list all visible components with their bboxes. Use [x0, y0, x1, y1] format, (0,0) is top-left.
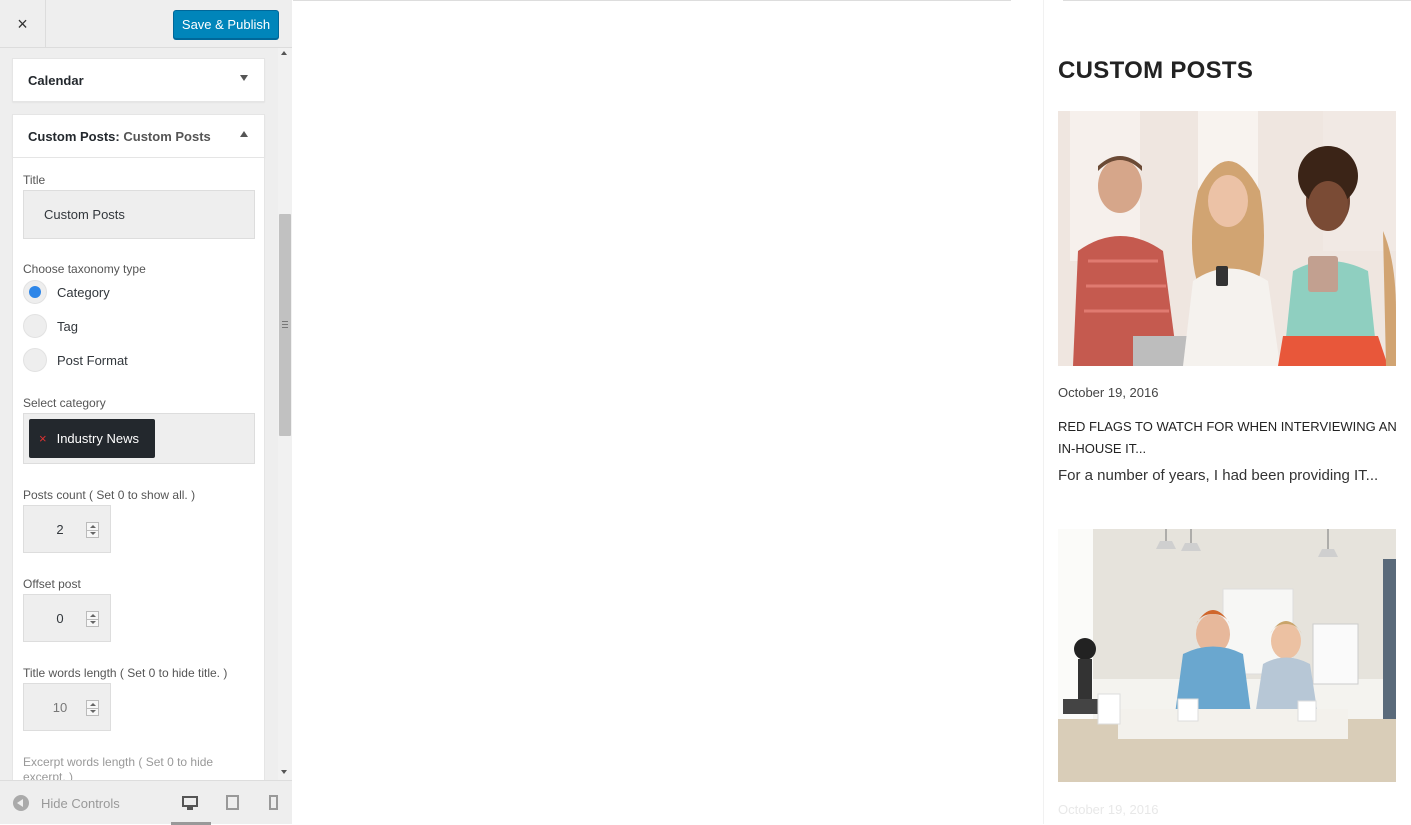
- radio-category[interactable]: Category: [23, 279, 110, 305]
- widgets-panel: Calendar Custom Posts: Custom Posts Titl…: [0, 48, 278, 780]
- divider: [1063, 0, 1411, 1]
- widget-heading: CUSTOM POSTS: [1058, 57, 1254, 84]
- taxonomy-label: Choose taxonomy type: [23, 262, 146, 276]
- customizer-header: × Save & Publish: [0, 0, 292, 48]
- widget-instance-title: Custom Posts: [123, 129, 211, 144]
- hide-controls-label: Hide Controls: [41, 795, 120, 811]
- radio-post-format[interactable]: Post Format: [23, 347, 128, 373]
- spinner-icon[interactable]: [86, 700, 99, 716]
- post-thumbnail-image: [1058, 529, 1396, 782]
- excerpt-words-label: Excerpt words length ( Set 0 to hide exc…: [23, 755, 214, 780]
- sidebar-scrollbar[interactable]: [278, 48, 292, 780]
- post-thumbnail[interactable]: [1058, 111, 1396, 366]
- grip-icon: [282, 321, 288, 328]
- widget-type: Custom Posts:: [28, 129, 120, 144]
- offset-input[interactable]: 0: [23, 594, 111, 642]
- divider: [293, 0, 1011, 1]
- desktop-preview-icon[interactable]: [180, 793, 200, 813]
- scroll-up-icon[interactable]: [281, 51, 287, 55]
- remove-icon[interactable]: ×: [39, 431, 47, 446]
- tablet-preview-icon[interactable]: [222, 793, 242, 813]
- offset-label: Offset post: [23, 577, 81, 591]
- widget-custom-posts-form: Title Custom Posts Choose taxonomy type …: [12, 158, 265, 780]
- title-words-input[interactable]: 10: [23, 683, 111, 731]
- expand-arrow-icon[interactable]: [240, 75, 248, 81]
- radio-button[interactable]: [23, 280, 47, 304]
- customizer-footer: Hide Controls: [0, 780, 292, 825]
- post-date: October 19, 2016: [1058, 385, 1159, 400]
- radio-tag[interactable]: Tag: [23, 313, 78, 339]
- radio-button[interactable]: [23, 348, 47, 372]
- close-icon[interactable]: ×: [0, 0, 46, 48]
- post-thumbnail[interactable]: [1058, 529, 1396, 782]
- save-publish-button[interactable]: Save & Publish: [173, 10, 279, 39]
- title-label: Title: [23, 173, 46, 187]
- collapse-icon: [13, 795, 29, 811]
- post-title[interactable]: RED FLAGS TO WATCH FOR WHEN INTERVIEWING…: [1058, 416, 1398, 460]
- widget-calendar[interactable]: Calendar: [12, 58, 265, 102]
- posts-count-label: Posts count ( Set 0 to show all. ): [23, 488, 196, 502]
- post-date: October 19, 2016: [1058, 802, 1159, 817]
- post-excerpt: For a number of years, I had been provid…: [1058, 467, 1379, 484]
- mobile-preview-icon[interactable]: [264, 793, 284, 813]
- radio-label: Post Format: [57, 352, 128, 368]
- divider: [1043, 0, 1044, 824]
- scroll-thumb[interactable]: [279, 214, 291, 436]
- radio-button[interactable]: [23, 314, 47, 338]
- category-tag: × Industry News: [29, 419, 155, 458]
- scroll-down-icon[interactable]: [281, 770, 287, 774]
- spinner-icon[interactable]: [86, 611, 99, 627]
- widget-custom-posts[interactable]: Custom Posts: Custom Posts: [12, 114, 265, 158]
- title-words-label: Title words length ( Set 0 to hide title…: [23, 666, 228, 680]
- posts-count-input[interactable]: 2: [23, 505, 111, 553]
- title-input[interactable]: Custom Posts: [23, 190, 255, 239]
- category-select[interactable]: × Industry News: [23, 413, 255, 464]
- site-preview: CUSTOM POSTS October 19, 2016 RED FLAGS …: [293, 0, 1411, 824]
- select-category-label: Select category: [23, 396, 106, 410]
- post-thumbnail-image: [1058, 111, 1396, 366]
- category-tag-label: Industry News: [56, 431, 139, 446]
- widget-title: Calendar: [28, 73, 84, 88]
- collapse-arrow-icon[interactable]: [240, 131, 248, 137]
- radio-label: Tag: [57, 318, 78, 334]
- radio-label: Category: [57, 284, 110, 300]
- customizer-sidebar: × Save & Publish Calendar Custom Posts: …: [0, 0, 292, 825]
- widget-title: Custom Posts: Custom Posts: [28, 129, 211, 144]
- spinner-icon[interactable]: [86, 522, 99, 538]
- hide-controls-button[interactable]: Hide Controls: [13, 795, 120, 811]
